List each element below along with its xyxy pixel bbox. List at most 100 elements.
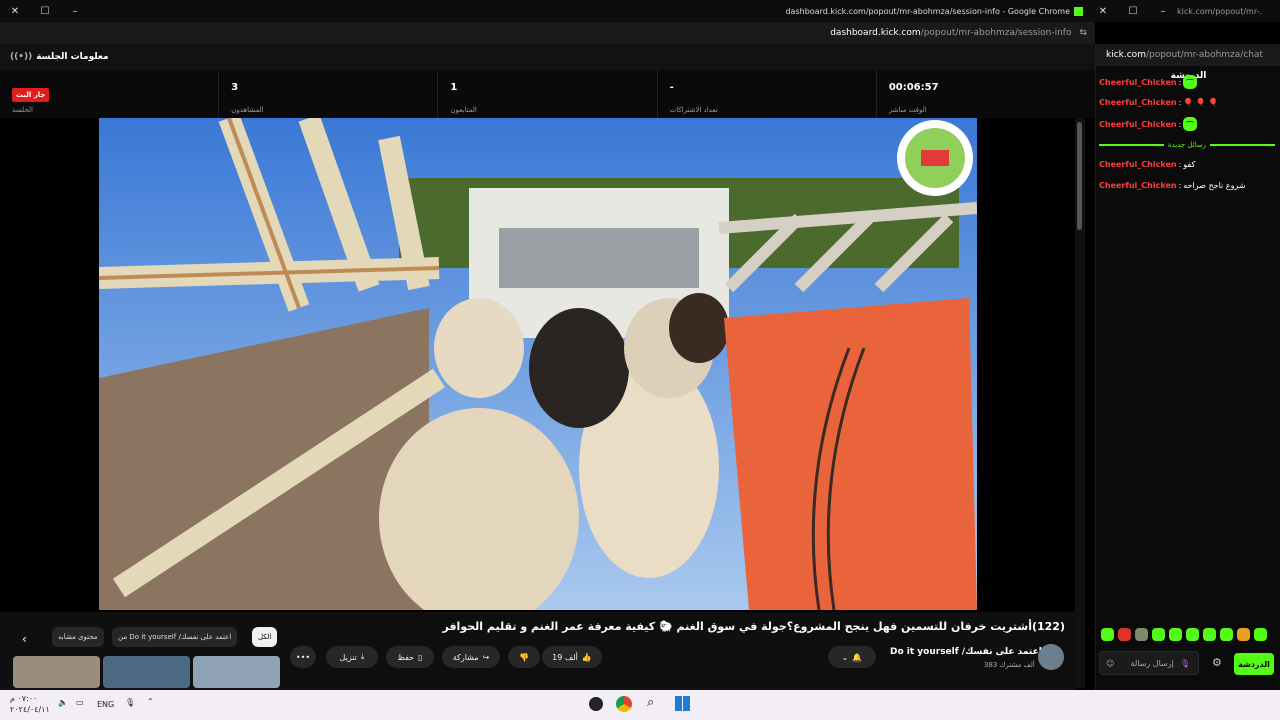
download-label: تنزيل — [339, 652, 357, 662]
emote-icon[interactable] — [1152, 628, 1165, 641]
obs-icon[interactable] — [589, 697, 603, 711]
chat-message: Cheerful_Chicken: كفو — [1099, 160, 1196, 169]
share-label: مشاركة — [452, 652, 479, 662]
chat-send-button[interactable]: الدردشة — [1234, 653, 1274, 675]
emote-icon[interactable] — [1237, 628, 1250, 641]
chat-input-placeholder: إرسال رسالة — [1130, 658, 1174, 668]
subscribe-dropdown[interactable]: ⌄ 🔔 — [828, 646, 876, 668]
chat-username[interactable]: Cheerful_Chicken — [1099, 98, 1177, 107]
windows-taskbar: ٠٧:٠٠ م ٢٠٢٤/٠٤/١١ 🔈 ▭ ENG 🎙 ⌃ ⌕ — [0, 690, 1280, 720]
left-window-titlebar: ✕ ☐ – dashboard.kick.com/popout/mr-abohm… — [0, 0, 1095, 22]
chat-username[interactable]: Cheerful_Chicken — [1099, 78, 1177, 87]
search-icon[interactable]: ⌕ — [647, 695, 654, 710]
chevron-up-icon[interactable]: ⌃ — [147, 697, 154, 706]
right-window-titlebar: ✕ ☐ – kick.com/popout/mr-... — [1095, 0, 1280, 22]
emote-icon[interactable] — [1203, 628, 1216, 641]
session-header: ((•)) معلومات الجلسة — [0, 44, 1095, 70]
close-icon[interactable]: ✕ — [0, 0, 30, 22]
stat-uptime: 00:06:57 الوقت مباشر — [877, 70, 1095, 118]
chat-message-input[interactable]: ☺ إرسال رسالة 🎙 — [1099, 651, 1199, 675]
chat-address-bar[interactable]: kick.com /popout/mr-abohmza/chat — [1096, 44, 1280, 66]
stat-subscriptions: - تعداد الاشتراكات — [658, 70, 877, 118]
chat-message: Cheerful_Chicken: — [1099, 117, 1198, 131]
recommended-thumbnail[interactable] — [103, 656, 190, 688]
channel-avatar[interactable] — [1038, 644, 1064, 670]
chrome-icon[interactable] — [616, 696, 632, 712]
chip-all[interactable]: الكل — [252, 627, 278, 647]
emote-icon[interactable] — [1101, 628, 1114, 641]
kick-emote-icon — [1183, 75, 1198, 89]
bell-icon: 🔔 — [852, 652, 863, 662]
share-icon: ↪ — [482, 652, 490, 662]
language-indicator[interactable]: ENG — [97, 700, 114, 709]
maximize-icon[interactable]: ☐ — [30, 0, 60, 22]
microphone-icon[interactable]: 🎙 — [125, 698, 135, 707]
thumbs-up-icon: 👍 — [581, 652, 592, 662]
clock-date[interactable]: ٢٠٢٤/٠٤/١١ — [10, 705, 50, 714]
tune-icon[interactable]: ⇆ — [1079, 28, 1087, 38]
chat-panel: kick.com /popout/mr-abohmza/chat الدردشة… — [1095, 44, 1280, 690]
chip-related[interactable]: محتوى مشابه — [52, 627, 104, 647]
emoji-icon[interactable]: ☺ — [1106, 659, 1114, 668]
recommended-thumbnail[interactable] — [13, 656, 100, 688]
stat-session: جار البث الجلسة — [0, 70, 220, 118]
settings-gear-icon[interactable]: ⚙ — [1212, 656, 1222, 669]
emote-icon[interactable] — [1254, 628, 1267, 641]
minimize-icon[interactable]: – — [60, 0, 90, 22]
download-button[interactable]: تنزيل ⤓ — [326, 646, 378, 668]
chevron-down-icon: ⌄ — [841, 652, 849, 662]
followers-label: المتابعون — [450, 106, 477, 114]
maximize-icon[interactable]: ☐ — [1111, 0, 1155, 22]
chat-url-host: kick.com — [1106, 50, 1146, 60]
volume-icon[interactable]: 🔈 — [58, 698, 68, 707]
minimize-icon[interactable]: – — [1155, 0, 1171, 22]
chat-username[interactable]: Cheerful_Chicken — [1099, 181, 1177, 190]
chat-username[interactable]: Cheerful_Chicken — [1099, 120, 1177, 129]
recommended-thumbnail[interactable] — [193, 656, 280, 688]
chip-from-channel[interactable]: من Do it yourself /اعتمد على نفسك — [112, 627, 238, 647]
stat-followers: 1 المتابعون — [438, 70, 658, 118]
network-icon[interactable]: ▭ — [76, 698, 84, 707]
chat-username[interactable]: Cheerful_Chicken — [1099, 160, 1177, 169]
windows-start-icon[interactable] — [675, 696, 690, 711]
video-title[interactable]: (122)أشتريت خرفان للتسمين فهل ينجح المشر… — [443, 620, 1065, 633]
window-title: kick.com/popout/mr-... — [1177, 6, 1263, 16]
subs-value: - — [669, 82, 674, 93]
emote-icon[interactable] — [1220, 628, 1233, 641]
like-button[interactable]: 19 ألف 👍 — [542, 646, 602, 668]
share-button[interactable]: مشاركة ↪ — [442, 646, 500, 668]
chat-text: كفو — [1183, 160, 1196, 169]
save-label: حفظ — [397, 652, 415, 662]
stat-session-label: الجلسة — [12, 106, 33, 114]
emote-quick-bar — [1101, 628, 1267, 641]
emote-icon[interactable] — [1169, 628, 1182, 641]
page-scrollbar[interactable] — [1075, 118, 1085, 688]
emote-icon[interactable] — [1186, 628, 1199, 641]
chat-text: شروع ناجح صراحه — [1183, 181, 1246, 190]
uptime-label: الوقت مباشر — [888, 106, 927, 114]
uptime-value: 00:06:57 — [888, 82, 939, 93]
session-header-title: معلومات الجلسة — [36, 52, 109, 62]
emote-icon[interactable] — [1135, 628, 1148, 641]
kick-logo-icon — [1074, 6, 1083, 16]
save-button[interactable]: حفظ ▯ — [386, 646, 434, 668]
stream-video[interactable] — [99, 118, 977, 610]
chat-text: 🎈 🎈 🎈 — [1183, 98, 1219, 107]
emote-icon[interactable] — [1118, 628, 1131, 641]
followers-value: 1 — [450, 82, 458, 93]
url-path: /popout/mr-abohmza/session-info — [920, 28, 1072, 38]
subscriber-count: 383 ألف مشترك — [984, 661, 1035, 669]
url-host: dashboard.kick.com — [830, 28, 921, 38]
address-bar[interactable]: dashboard.kick.com /popout/mr-abohmza/se… — [0, 22, 1095, 44]
viewers-value: 3 — [231, 82, 239, 93]
more-button[interactable]: ••• — [290, 646, 316, 668]
chevron-left-icon[interactable]: ‹ — [22, 632, 27, 646]
channel-name[interactable]: Do it yourself /اعتمد على نفسك — [890, 647, 1042, 657]
scrollbar-thumb[interactable] — [1077, 122, 1082, 230]
clock-time[interactable]: ٠٧:٠٠ م — [10, 694, 37, 703]
thumbs-down-icon: 👎 — [519, 652, 529, 662]
dislike-button[interactable]: 👎 — [508, 646, 540, 668]
microphone-icon[interactable]: 🎙 — [1180, 659, 1190, 668]
new-messages-divider: رسائل جديدة — [1099, 140, 1275, 150]
close-icon[interactable]: ✕ — [1095, 0, 1111, 22]
